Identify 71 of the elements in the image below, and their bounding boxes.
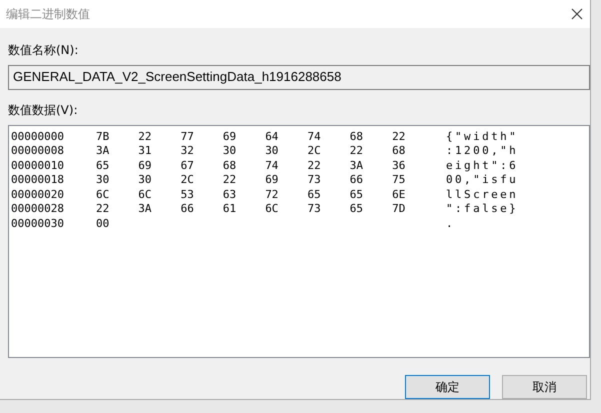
- hex-byte: 6C: [265, 202, 280, 216]
- hex-byte: 22: [222, 173, 238, 186]
- hex-byte: 22: [96, 202, 110, 216]
- hex-byte: 65: [350, 202, 364, 216]
- hex-byte: 3A: [350, 158, 364, 172]
- hex-byte: 61: [222, 202, 238, 216]
- offset-text: 00000028: [11, 202, 65, 216]
- hex-byte: 22: [350, 144, 364, 158]
- ascii-text: ":false}: [446, 202, 518, 216]
- hex-byte: 53: [180, 188, 195, 201]
- hex-byte: 6C: [96, 188, 110, 201]
- hex-byte: 74: [307, 130, 322, 143]
- hex-byte: 74: [265, 158, 280, 172]
- hex-byte: 36: [392, 158, 406, 172]
- hex-byte: 63: [222, 188, 238, 201]
- hex-byte: 68: [350, 130, 364, 143]
- hex-editor[interactable]: [8, 125, 590, 358]
- ascii-text: 00,"isfu: [446, 173, 518, 186]
- hex-byte: 68: [222, 158, 238, 172]
- ascii-text: eight":6: [446, 158, 518, 172]
- hex-byte: 7B: [96, 130, 110, 143]
- hex-byte: 72: [265, 188, 280, 201]
- hex-byte: 66: [180, 202, 195, 216]
- hex-byte: 32: [180, 144, 195, 158]
- hex-byte: 31: [138, 144, 153, 158]
- hex-byte: 65: [307, 188, 322, 201]
- hex-byte: 30: [138, 173, 153, 186]
- hex-byte: 6C: [138, 188, 153, 201]
- offset-text: 00000018: [11, 173, 65, 186]
- hex-byte: 73: [307, 202, 322, 216]
- offset-text: 00000010: [11, 158, 65, 172]
- hex-byte: 73: [307, 173, 322, 186]
- hex-byte: 69: [138, 158, 153, 172]
- hex-byte: 66: [350, 173, 364, 186]
- hex-byte: 7D: [392, 202, 406, 216]
- ascii-text: :1200,"h: [446, 144, 518, 158]
- field-label: 数值名称(N):: [8, 42, 78, 59]
- close-icon[interactable]: [571, 8, 583, 20]
- value-name-field[interactable]: GENERAL_DATA_V2_ScreenSettingData_h1916288658: [8, 65, 590, 90]
- window-title: 编辑二进制数值: [6, 6, 90, 22]
- dialog-button[interactable]: 取消: [502, 375, 587, 399]
- offset-text: 00000020: [11, 188, 65, 201]
- hex-byte: 68: [392, 144, 406, 158]
- dialog-button[interactable]: 确定: [405, 375, 490, 399]
- ascii-text: .: [446, 216, 456, 230]
- offset-text: 00000030: [11, 216, 65, 230]
- hex-byte: 30: [265, 144, 280, 158]
- ascii-text: llScreen: [446, 188, 518, 201]
- hex-byte: 2C: [307, 144, 322, 158]
- hex-byte: 3A: [138, 202, 153, 216]
- hex-byte: 6E: [392, 188, 406, 201]
- hex-byte: 30: [222, 144, 238, 158]
- hex-byte: 3A: [96, 144, 110, 158]
- hex-byte: 22: [307, 158, 322, 172]
- offset-text: 00000008: [11, 144, 65, 158]
- hex-byte: 75: [392, 173, 406, 186]
- hex-byte: 00: [96, 216, 110, 230]
- offset-text: 00000000: [11, 130, 65, 143]
- hex-byte: 30: [96, 173, 110, 186]
- hex-byte: 77: [180, 130, 195, 143]
- hex-byte: 65: [350, 188, 364, 201]
- hex-byte: 65: [96, 158, 110, 172]
- hex-byte: 64: [265, 130, 280, 143]
- hex-byte: 22: [392, 130, 406, 143]
- hex-byte: 67: [180, 158, 195, 172]
- hex-byte: 22: [138, 130, 153, 143]
- hex-byte: 69: [265, 173, 280, 186]
- hex-byte: 2C: [180, 173, 195, 186]
- ascii-text: {"width": [446, 130, 518, 143]
- hex-byte: 69: [222, 130, 238, 143]
- field-label: 数值数据(V):: [8, 102, 78, 119]
